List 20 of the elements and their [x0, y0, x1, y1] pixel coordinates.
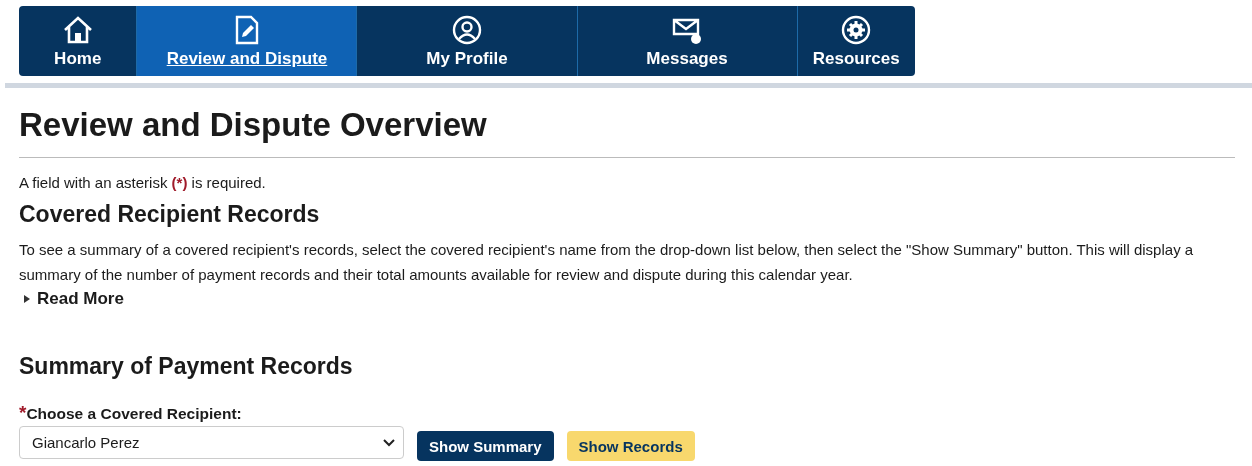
field-label: Choose a Covered Recipient:: [26, 405, 242, 422]
nav-tab[interactable]: Review and Dispute: [136, 6, 357, 76]
nav-tab[interactable]: Resources: [796, 6, 915, 76]
page-title: Review and Dispute Overview: [19, 106, 1235, 158]
triangle-icon: [23, 295, 31, 303]
recipient-dropdown[interactable]: Giancarlo Perez: [19, 426, 404, 459]
section-heading: Covered Recipient Records: [19, 201, 321, 228]
required-mark: *: [19, 402, 27, 423]
required-note: A field with an asterisk (*) is required.: [19, 174, 267, 191]
nav-tab[interactable]: Messages: [576, 6, 797, 76]
chevron-down-icon: [383, 438, 395, 447]
section-description: To see a summary of a covered recipient's records, select the covered recipient's name from the drop-down list below, then select the "Show Summary" button. This will display a summary of the number of payment records and their total amounts available for review and dispute during this calendar year.: [19, 240, 1195, 285]
profile-icon: [451, 13, 483, 46]
show-records-button[interactable]: Show Records: [566, 431, 695, 461]
nav-tab[interactable]: Home: [19, 6, 137, 76]
read-more-toggle[interactable]: Read More: [23, 289, 1235, 309]
nav-tab[interactable]: My Profile: [356, 6, 577, 76]
show-summary-button[interactable]: Show Summary: [417, 431, 554, 461]
section-heading: Summary of Payment Records: [19, 353, 354, 380]
settings-icon: [840, 13, 873, 46]
